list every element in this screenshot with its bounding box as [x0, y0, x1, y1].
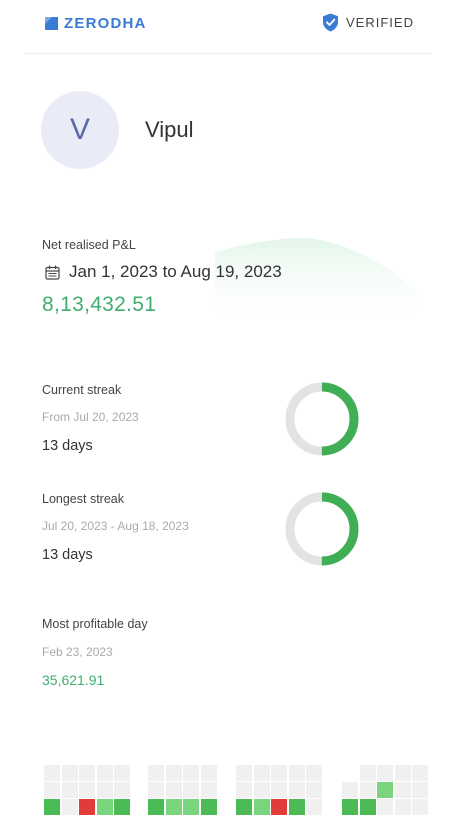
- zerodha-logo-icon: [45, 17, 58, 30]
- verified-badge: VERIFIED: [322, 13, 414, 32]
- pnl-date-range[interactable]: Jan 1, 2023 to Aug 19, 2023: [45, 262, 282, 282]
- avatar: V: [41, 91, 119, 169]
- heatmap-cell: [79, 782, 95, 798]
- heatmap-cell: [200, 765, 217, 781]
- heatmap-cell: [377, 782, 393, 798]
- heatmap-cell: [165, 765, 182, 781]
- brand-name: ZERODHA: [64, 15, 147, 32]
- heatmap-cell: [183, 799, 199, 815]
- heatmap-cell: [253, 799, 270, 815]
- heatmap-cell: [183, 782, 199, 798]
- heatmap-cell: [61, 799, 78, 815]
- heatmap-cell: [288, 799, 305, 815]
- brand-logo[interactable]: ZERODHA: [45, 15, 147, 32]
- heatmap-cell: [165, 782, 182, 798]
- heatmap-cell: [79, 765, 95, 781]
- heatmap-cell: [288, 765, 305, 781]
- current-streak-ring: [285, 382, 359, 456]
- longest-streak-value: 13 days: [42, 547, 93, 563]
- heatmap-cell: [148, 782, 164, 798]
- user-name: Vipul: [145, 117, 194, 142]
- heatmap-cell: [96, 782, 113, 798]
- heatmap-cell: [271, 782, 287, 798]
- heatmap-cell: [288, 782, 305, 798]
- heatmap-cell: [394, 765, 411, 781]
- heatmap-cell: [394, 799, 411, 815]
- pnl-value: 8,13,432.51: [42, 293, 157, 316]
- heatmap-cell: [44, 782, 60, 798]
- heatmap-cell: [253, 765, 270, 781]
- heatmap-cell: [44, 765, 60, 781]
- avatar-initial: V: [69, 113, 90, 146]
- verified-label: VERIFIED: [346, 15, 414, 30]
- heatmap-cell: [114, 799, 130, 815]
- calendar-icon: [45, 265, 60, 280]
- heatmap-cell: [96, 799, 113, 815]
- heatmap-cell: [306, 765, 322, 781]
- heatmap-cell: [412, 782, 428, 798]
- heatmap-cell: [200, 799, 217, 815]
- heatmap-cell: [342, 782, 358, 798]
- longest-streak-label: Longest streak: [42, 492, 124, 506]
- header: ZERODHA VERIFIED: [0, 0, 456, 52]
- heatmap-cell: [271, 765, 287, 781]
- heatmap-cell: [359, 765, 376, 781]
- current-streak-value: 13 days: [42, 438, 93, 454]
- heatmap-cell: [96, 765, 113, 781]
- pnl-label: Net realised P&L: [42, 238, 136, 252]
- heatmap-cell: [359, 782, 376, 798]
- heatmap-cell: [114, 765, 130, 781]
- pnl-date-range-text: Jan 1, 2023 to Aug 19, 2023: [69, 262, 282, 281]
- heatmap-cell: [114, 782, 130, 798]
- heatmap-cell: [236, 782, 252, 798]
- longest-streak-ring: [285, 492, 359, 566]
- heatmap-cell: [148, 799, 164, 815]
- longest-streak-range: Jul 20, 2023 - Aug 18, 2023: [42, 519, 189, 533]
- heatmap-cell: [306, 799, 322, 815]
- heatmap-cell: [412, 799, 428, 815]
- heatmap-cell: [61, 765, 78, 781]
- heatmap-cell: [236, 765, 252, 781]
- profitable-day-date: Feb 23, 2023: [42, 645, 113, 659]
- header-divider: [25, 53, 431, 54]
- heatmap-cell: [253, 782, 270, 798]
- heatmap-cell: [61, 782, 78, 798]
- heatmap-cell: [306, 782, 322, 798]
- heatmap-cell: [236, 799, 252, 815]
- heatmap-cell: [342, 799, 358, 815]
- heatmap-cell: [165, 799, 182, 815]
- heatmap-cell: [359, 799, 376, 815]
- heatmap-cell: [377, 799, 393, 815]
- shield-check-icon: [323, 13, 338, 32]
- heatmap-cell: [412, 765, 428, 781]
- heatmap-cell: [271, 799, 287, 815]
- heatmap-cell: [148, 765, 164, 781]
- profitable-day-value: 35,621.91: [42, 672, 105, 688]
- current-streak-since: From Jul 20, 2023: [42, 410, 139, 424]
- heatmap-cell: [200, 782, 217, 798]
- heatmap-cell: [79, 799, 95, 815]
- heatmap-cell: [183, 765, 199, 781]
- heatmap-cell: [394, 782, 411, 798]
- heatmap-cell: [377, 765, 393, 781]
- profitable-day-label: Most profitable day: [42, 617, 148, 631]
- heatmap-cell: [44, 799, 60, 815]
- current-streak-label: Current streak: [42, 383, 122, 397]
